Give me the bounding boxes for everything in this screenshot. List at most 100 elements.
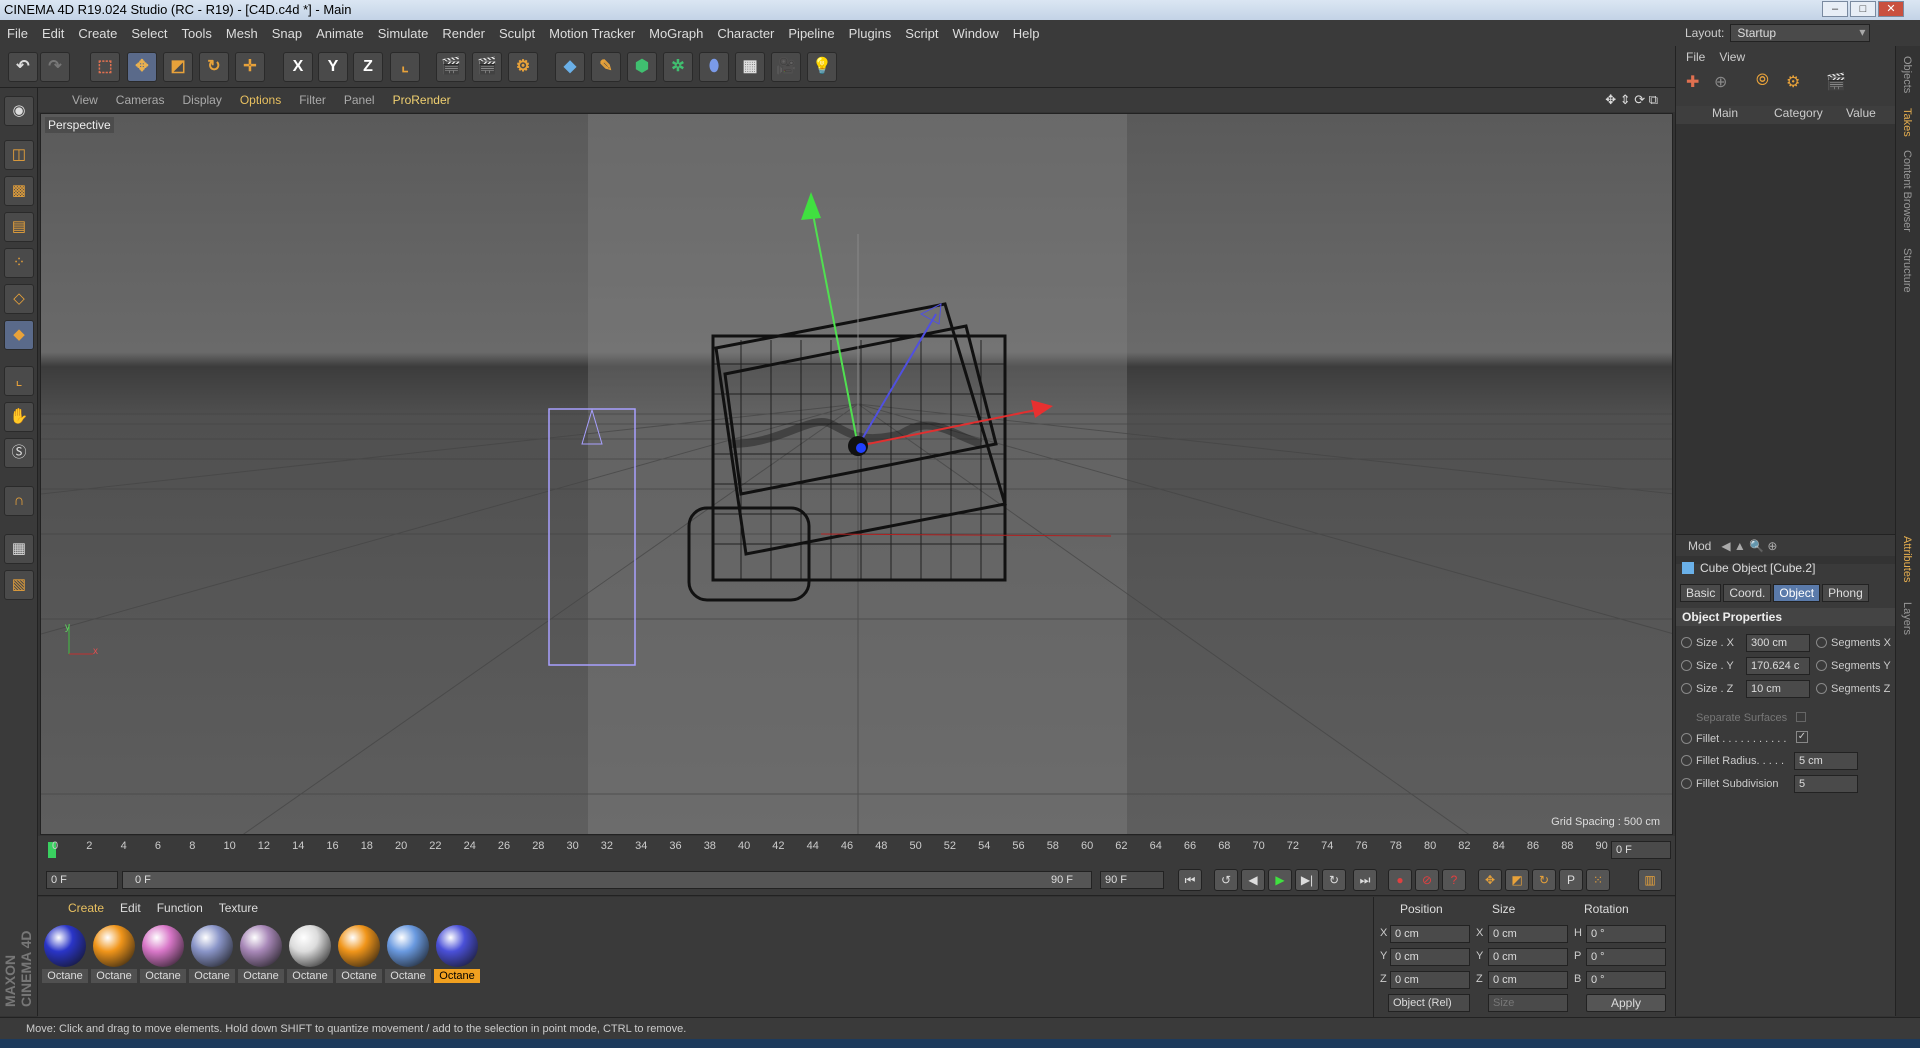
menu-edit[interactable]: Edit xyxy=(35,26,71,41)
render-settings-icon[interactable]: ⚙ xyxy=(508,52,538,82)
coordinate-mode-dropdown[interactable]: Object (Rel) xyxy=(1388,994,1470,1012)
render-picture-viewer-icon[interactable]: 🎬 xyxy=(472,52,502,82)
menu-tools[interactable]: Tools xyxy=(175,26,219,41)
side-tab-content-browser[interactable]: Content Browser xyxy=(1901,150,1913,232)
menu-render[interactable]: Render xyxy=(435,26,492,41)
apply-button[interactable]: Apply xyxy=(1586,994,1666,1012)
x-axis-lock-button[interactable]: X xyxy=(283,52,313,82)
magnet-icon[interactable]: ∩ xyxy=(4,486,34,516)
minimize-button[interactable]: – xyxy=(1822,1,1848,17)
size-x-field[interactable]: 0 cm xyxy=(1488,925,1568,943)
planar-workplane-icon[interactable]: ▧ xyxy=(4,570,34,600)
column-main[interactable]: Main xyxy=(1712,106,1738,120)
viewport-menu-view[interactable]: View xyxy=(63,93,107,107)
current-frame-field[interactable]: 0 F xyxy=(1611,841,1671,859)
tab-basic[interactable]: Basic xyxy=(1680,584,1722,602)
polygons-mode-icon[interactable]: ◆ xyxy=(4,320,34,350)
maximize-button[interactable]: □ xyxy=(1850,1,1876,17)
tab-object[interactable]: Object xyxy=(1773,584,1821,602)
menu-simulate[interactable]: Simulate xyxy=(371,26,436,41)
perspective-viewport[interactable]: y x Perspective Grid Spacing : 500 cm xyxy=(40,113,1673,835)
cube-icon[interactable]: ◆ xyxy=(555,52,585,82)
menu-file[interactable]: File xyxy=(0,26,35,41)
frame-range-slider[interactable]: 0 F 90 F xyxy=(122,871,1092,889)
keyframe-selection-icon[interactable]: ? xyxy=(1442,869,1466,891)
material-swatch[interactable]: Octane xyxy=(287,925,333,985)
close-button[interactable]: ✕ xyxy=(1878,1,1904,17)
render-view-icon[interactable]: 🎬 xyxy=(436,52,466,82)
timeline-ruler[interactable]: 0 2 4 6 8 10 12 14 16 18 20 22 24 26 28 30 32 34 36 38 40 42 4… xyxy=(38,836,1675,864)
undo-icon[interactable]: ↶ xyxy=(8,52,38,82)
subdivision-icon[interactable]: ⬢ xyxy=(627,52,657,82)
animate-radio[interactable] xyxy=(1681,637,1692,648)
end-frame-field[interactable]: 90 F xyxy=(1100,871,1164,889)
menu-create[interactable]: Create xyxy=(71,26,124,41)
texture-mode-icon[interactable]: ▩ xyxy=(4,176,34,206)
material-menu-function[interactable]: Function xyxy=(149,901,211,915)
animate-radio[interactable] xyxy=(1681,755,1692,766)
material-swatch[interactable]: Octane xyxy=(385,925,431,985)
add-tag-icon[interactable]: ⊕ xyxy=(1714,72,1727,92)
tab-coord[interactable]: Coord. xyxy=(1723,584,1772,602)
viewport-menu-options[interactable]: Options xyxy=(231,93,290,107)
play-forward-icon[interactable]: ▶ xyxy=(1268,869,1292,891)
material-swatch[interactable]: Octane xyxy=(434,925,480,985)
material-menu-texture[interactable]: Texture xyxy=(211,901,266,915)
snap-s-icon[interactable]: Ⓢ xyxy=(4,438,34,468)
go-to-start-icon[interactable]: ⏮ xyxy=(1178,869,1202,891)
scale-icon[interactable]: ◩ xyxy=(163,52,193,82)
animate-radio[interactable] xyxy=(1816,637,1827,648)
viewport-menu-prorender[interactable]: ProRender xyxy=(384,93,460,107)
go-to-end-icon[interactable]: ⏭ xyxy=(1353,869,1377,891)
animate-radio[interactable] xyxy=(1681,660,1692,671)
previous-frame-icon[interactable]: ◀ xyxy=(1241,869,1265,891)
floor-icon[interactable]: ▦ xyxy=(735,52,765,82)
separate-surfaces-checkbox[interactable] xyxy=(1796,712,1806,722)
menu-pipeline[interactable]: Pipeline xyxy=(781,26,841,41)
enable-axis-icon[interactable]: ⌞ xyxy=(4,366,34,396)
menu-character[interactable]: Character xyxy=(710,26,781,41)
objects-menu-view[interactable]: View xyxy=(1719,50,1745,64)
layout-dropdown[interactable]: Startup xyxy=(1730,24,1871,42)
material-swatch[interactable]: Octane xyxy=(189,925,235,985)
workplane-mode-icon[interactable]: ▤ xyxy=(4,212,34,242)
menu-select[interactable]: Select xyxy=(124,26,174,41)
attr-nav-icons[interactable]: ◀ ▲ 🔍 ⊕ xyxy=(1721,539,1777,553)
animate-radio[interactable] xyxy=(1681,733,1692,744)
side-tab-attributes[interactable]: Attributes xyxy=(1901,536,1913,582)
redo-icon[interactable]: ↷ xyxy=(40,52,70,82)
animate-radio[interactable] xyxy=(1816,683,1827,694)
side-tab-takes[interactable]: Takes xyxy=(1901,108,1913,137)
menu-script[interactable]: Script xyxy=(898,26,945,41)
material-menu-create[interactable]: Create xyxy=(60,901,112,915)
objects-list[interactable] xyxy=(1676,124,1896,564)
points-mode-icon[interactable]: ⁘ xyxy=(4,248,34,278)
size-y-field[interactable]: 0 cm xyxy=(1488,948,1568,966)
camera-icon[interactable]: 🎥 xyxy=(771,52,801,82)
column-category[interactable]: Category xyxy=(1774,106,1823,120)
next-key-icon[interactable]: ↻ xyxy=(1322,869,1346,891)
edges-mode-icon[interactable]: ◇ xyxy=(4,284,34,314)
viewport-menu-filter[interactable]: Filter xyxy=(290,93,335,107)
octane-render-icon[interactable]: 🎬 xyxy=(1826,72,1846,92)
material-swatch[interactable]: Octane xyxy=(42,925,88,985)
menu-sculpt[interactable]: Sculpt xyxy=(492,26,542,41)
pos-x-field[interactable]: 0 cm xyxy=(1390,925,1470,943)
start-frame-field[interactable]: 0 F xyxy=(46,871,118,889)
fillet-checkbox[interactable]: ✓ xyxy=(1796,731,1808,743)
deformer-icon[interactable]: ⬮ xyxy=(699,52,729,82)
menu-help[interactable]: Help xyxy=(1006,26,1047,41)
autokey-icon[interactable]: ⊘ xyxy=(1415,869,1439,891)
model-mode-icon[interactable]: ◫ xyxy=(4,140,34,170)
move-icon[interactable]: ✥ xyxy=(127,52,157,82)
key-position-icon[interactable]: ✥ xyxy=(1478,869,1502,891)
timeline-window-icon[interactable]: ▥ xyxy=(1638,869,1662,891)
viewport-menu-panel[interactable]: Panel xyxy=(335,93,384,107)
animate-radio[interactable] xyxy=(1681,683,1692,694)
viewport-menu-cameras[interactable]: Cameras xyxy=(107,93,174,107)
coordinate-system-icon[interactable]: ⌞ xyxy=(390,52,420,82)
objects-menu-file[interactable]: File xyxy=(1686,50,1705,64)
attributes-mode-menu[interactable]: Mod xyxy=(1688,539,1711,553)
viewport-menu-display[interactable]: Display xyxy=(173,93,230,107)
animate-radio[interactable] xyxy=(1816,660,1827,671)
